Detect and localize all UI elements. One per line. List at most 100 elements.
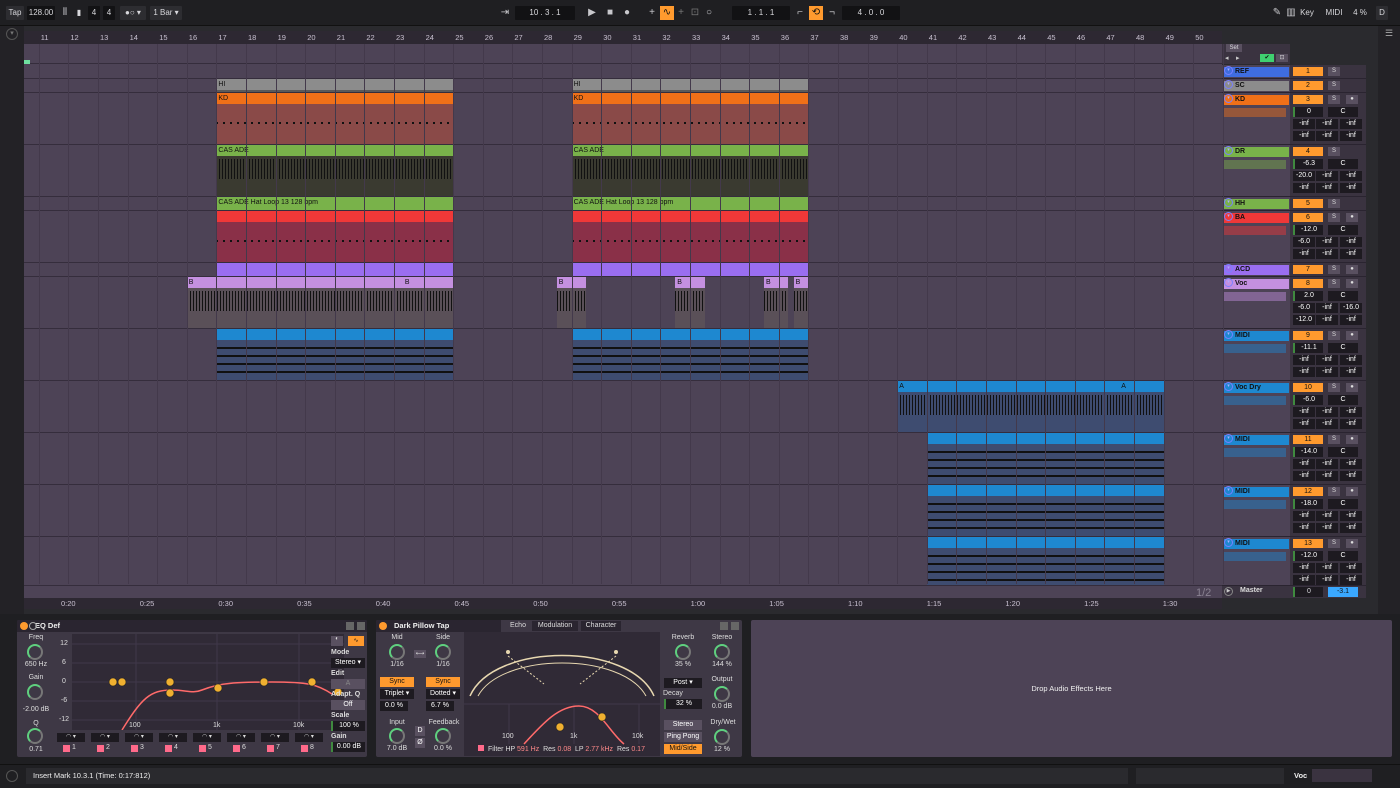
send-value[interactable]: -inf: [1340, 315, 1362, 325]
send-value[interactable]: -inf: [1316, 407, 1338, 417]
solo-button[interactable]: S: [1328, 331, 1340, 340]
delay-tab-modulation[interactable]: Modulation: [532, 621, 578, 631]
track-name[interactable]: ACD: [1223, 265, 1289, 275]
track-volume[interactable]: 0: [1293, 107, 1323, 117]
send-value[interactable]: -inf: [1293, 131, 1315, 141]
send-value[interactable]: -inf: [1316, 355, 1338, 365]
band-toggle[interactable]: [267, 745, 274, 752]
track-number[interactable]: 12: [1293, 487, 1323, 496]
send-value[interactable]: -inf: [1340, 511, 1362, 521]
send-value[interactable]: -inf: [1340, 471, 1362, 481]
eq-freq-value[interactable]: 650 Hz: [19, 661, 53, 668]
clip-voc[interactable]: B: [793, 277, 809, 328]
eq-mode-select[interactable]: Stereo ▾: [331, 658, 365, 668]
nav-left-icon[interactable]: ◂: [1225, 54, 1233, 62]
track-volume[interactable]: -14.0: [1293, 447, 1323, 457]
delay-mid-mode[interactable]: Triplet ▾: [380, 689, 414, 699]
eq-edit-button[interactable]: A: [331, 679, 365, 689]
loop-length[interactable]: 4 . 0 . 0: [842, 6, 900, 20]
track-number[interactable]: 8: [1293, 279, 1323, 288]
eq-freq-knob[interactable]: [27, 644, 43, 660]
delay-feedback-knob[interactable]: [435, 728, 451, 744]
track-name[interactable]: HH: [1223, 199, 1289, 209]
track-name[interactable]: DR: [1223, 147, 1289, 157]
track-volume[interactable]: -11.1: [1293, 343, 1323, 353]
track-number[interactable]: 11: [1293, 435, 1323, 444]
track-fold-icon[interactable]: ▾: [1224, 66, 1233, 75]
res1-value[interactable]: 0.08: [558, 746, 572, 753]
master-pan[interactable]: -3.1: [1328, 587, 1358, 597]
send-value[interactable]: -inf: [1340, 367, 1362, 377]
arm-icon[interactable]: ●: [1346, 487, 1358, 496]
send-value[interactable]: -inf: [1316, 315, 1338, 325]
track-lane[interactable]: CAS ADE Hat Loop 13 128 bpm CAS ADE Hat L…: [24, 197, 1222, 211]
delay-side-sync[interactable]: Sync: [426, 677, 460, 687]
track-fold-icon[interactable]: ▾: [1224, 94, 1233, 103]
solo-button[interactable]: S: [1328, 67, 1340, 76]
track-chooser[interactable]: [1224, 552, 1286, 561]
master-track-header[interactable]: ▶ Master: [1222, 586, 1290, 598]
clip-header[interactable]: A: [1119, 381, 1164, 392]
capture-icon[interactable]: ⊡: [688, 6, 702, 20]
arm-icon[interactable]: ●: [1346, 539, 1358, 548]
send-value[interactable]: -inf: [1340, 523, 1362, 533]
track-volume[interactable]: -12.0: [1293, 551, 1323, 561]
band-toggle[interactable]: [165, 745, 172, 752]
eq-adaptq-toggle[interactable]: Off: [331, 700, 365, 710]
delay-mid-sync[interactable]: Sync: [380, 677, 414, 687]
eq-hotswap-icon[interactable]: [346, 622, 354, 630]
nudge-icon[interactable]: ⫴: [58, 6, 72, 20]
send-value[interactable]: -inf: [1293, 459, 1315, 469]
automation-arm-icon[interactable]: ∿: [660, 6, 674, 20]
track-lane[interactable]: HI HI: [24, 79, 1222, 93]
send-value[interactable]: -inf: [1340, 575, 1362, 585]
track-number[interactable]: 9: [1293, 331, 1323, 340]
track-header[interactable]: MIDI ▾: [1222, 329, 1290, 381]
send-value[interactable]: -inf: [1293, 119, 1315, 129]
delay-mid-offset[interactable]: 0.0 %: [380, 701, 408, 711]
eq-device[interactable]: EQ Def Freq 650 Hz Gain -2.00 dB Q 0.71 …: [17, 620, 367, 757]
send-value[interactable]: -inf: [1316, 459, 1338, 469]
eq-gain-value[interactable]: -2.00 dB: [17, 706, 55, 713]
track-pan[interactable]: C: [1328, 395, 1358, 405]
track-pan[interactable]: C: [1328, 107, 1358, 117]
track-header[interactable]: HH ▾: [1222, 197, 1290, 211]
track-number[interactable]: 13: [1293, 539, 1323, 548]
menu-icon[interactable]: ☰: [1383, 28, 1395, 38]
send-value[interactable]: -inf: [1340, 131, 1362, 141]
track-fold-icon[interactable]: ▾: [1224, 278, 1233, 287]
send-value[interactable]: -inf: [1293, 367, 1315, 377]
track-pan[interactable]: C: [1328, 225, 1358, 235]
track-chooser[interactable]: [1224, 448, 1286, 457]
track-fold-icon[interactable]: ▾: [1224, 264, 1233, 273]
band-shape-select[interactable]: ◠ ▾: [193, 733, 221, 742]
send-value[interactable]: -16.0: [1340, 303, 1362, 313]
arm-icon[interactable]: ●: [1346, 95, 1358, 104]
delay-link-icon[interactable]: ⟷: [414, 650, 426, 658]
track-header[interactable]: Voc Dry ▾: [1222, 381, 1290, 433]
track-fold-icon[interactable]: ▾: [1224, 146, 1233, 155]
metronome-quantize[interactable]: 1 Bar ▾: [150, 6, 182, 20]
band-shape-select[interactable]: ◠ ▾: [261, 733, 289, 742]
clip-header[interactable]: A: [897, 381, 1120, 392]
arm-all-icon[interactable]: ✔: [1260, 54, 1274, 62]
track-fold-icon[interactable]: ▾: [1224, 486, 1233, 495]
delay-input-knob[interactable]: [389, 728, 405, 744]
eq-band[interactable]: ◠ ▾ 5: [193, 733, 223, 755]
clip-header[interactable]: B: [793, 277, 809, 288]
send-value[interactable]: -inf: [1340, 237, 1362, 247]
delay-side-offset[interactable]: 6.7 %: [426, 701, 454, 711]
track-fold-icon[interactable]: ▾: [1224, 198, 1233, 207]
delay-feedback-value[interactable]: 0.0 %: [428, 745, 458, 752]
delay-side-mode[interactable]: Dotted ▾: [426, 689, 460, 699]
record-icon[interactable]: ●: [620, 6, 634, 20]
track-header[interactable]: Voc ▾: [1222, 277, 1290, 329]
eq-fold-icon[interactable]: [29, 622, 37, 630]
track-chooser[interactable]: [1224, 160, 1286, 169]
send-value[interactable]: -inf: [1316, 171, 1338, 181]
track-header[interactable]: ACD ▾: [1222, 263, 1290, 277]
band-toggle[interactable]: [233, 745, 240, 752]
key-map-button[interactable]: Key: [1298, 6, 1316, 20]
track-lane[interactable]: BBBBBB: [24, 277, 1222, 329]
eq-q-value[interactable]: 0.71: [19, 746, 53, 753]
